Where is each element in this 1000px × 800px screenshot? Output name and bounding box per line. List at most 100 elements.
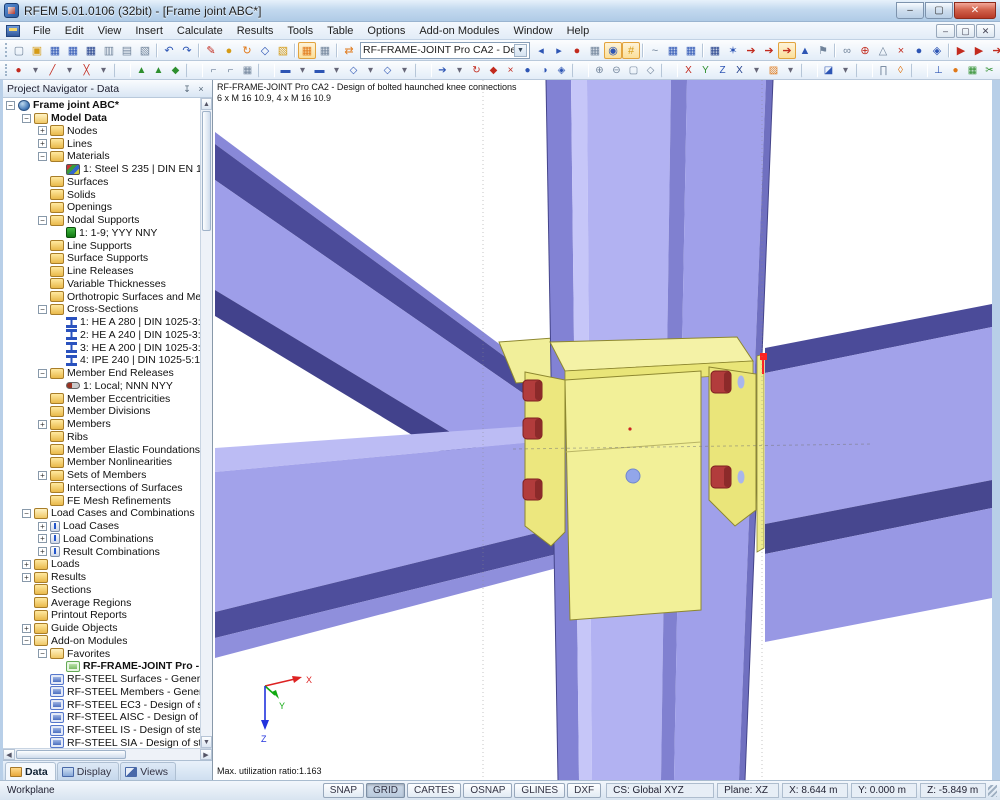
tree-item-members[interactable]: + Members bbox=[3, 418, 200, 431]
tree-expander[interactable]: + bbox=[38, 534, 47, 543]
print-icon[interactable]: ▤ bbox=[118, 42, 136, 59]
regenerate-icon[interactable]: ↻ bbox=[238, 42, 256, 59]
menu-options[interactable]: Options bbox=[360, 23, 412, 39]
tree-expander[interactable]: − bbox=[38, 305, 47, 314]
minimize-button[interactable]: – bbox=[896, 2, 924, 19]
tree-expander[interactable]: − bbox=[22, 114, 31, 123]
close-button[interactable]: ✕ bbox=[954, 2, 996, 19]
toggle-cartes[interactable]: CARTES bbox=[407, 783, 461, 798]
stamp-icon[interactable]: ● bbox=[519, 63, 536, 78]
scroll-up-icon[interactable]: ▲ bbox=[201, 98, 212, 110]
tree-item-average-regions[interactable]: Average Regions bbox=[3, 596, 200, 609]
menu-table[interactable]: Table bbox=[320, 23, 360, 39]
wheel-icon[interactable]: ◑ bbox=[536, 63, 553, 78]
nav-back-icon[interactable]: ◂ bbox=[532, 42, 550, 59]
tree-expander[interactable]: − bbox=[38, 152, 47, 161]
tree-item-member-nonlinearities[interactable]: Member Nonlinearities bbox=[3, 456, 200, 469]
mirror-icon[interactable]: △ bbox=[874, 42, 892, 59]
tree-item-intersections[interactable]: Intersections of Surfaces bbox=[3, 482, 200, 495]
add-icon[interactable]: ⊕ bbox=[856, 42, 874, 59]
open-icon[interactable]: ▣ bbox=[28, 42, 46, 59]
tree-item-guide-objects[interactable]: + Guide Objects bbox=[3, 622, 200, 635]
tree-item-cs-4[interactable]: 4: IPE 240 | DIN 1025-5:1994; bbox=[3, 354, 200, 367]
tree-item-project[interactable]: − Frame joint ABC* bbox=[3, 99, 200, 112]
calc-icon[interactable]: ▲ bbox=[796, 42, 814, 59]
module-case-combobox[interactable]: RF-FRAME-JOINT Pro CA2 - Design of b ▼ bbox=[360, 42, 530, 59]
zoom-window-icon[interactable]: ▢ bbox=[625, 63, 642, 78]
close-icon[interactable]: × bbox=[194, 82, 208, 95]
tree-expander[interactable]: − bbox=[22, 509, 31, 518]
insert-surface-icon[interactable]: ◆ bbox=[167, 63, 184, 78]
tree-expander[interactable]: + bbox=[22, 573, 31, 582]
tab-views[interactable]: Views bbox=[120, 762, 176, 780]
tree-item-load-cases[interactable]: + Load Cases bbox=[3, 520, 200, 533]
tree-item-fe-mesh-refinements[interactable]: FE Mesh Refinements bbox=[3, 494, 200, 507]
toggle-grid[interactable]: GRID bbox=[366, 783, 405, 798]
tree-expander[interactable]: − bbox=[38, 216, 47, 225]
tree-item-cs-3[interactable]: 3: HE A 200 | DIN 1025-3:199 bbox=[3, 341, 200, 354]
guide-lines-icon[interactable]: ∏ bbox=[875, 63, 892, 78]
tree-expander[interactable]: − bbox=[38, 369, 47, 378]
toggle-dxf[interactable]: DXF bbox=[567, 783, 601, 798]
new-file-icon[interactable]: ▢ bbox=[10, 42, 28, 59]
link-icon[interactable]: ∞ bbox=[838, 42, 856, 59]
section-icon[interactable]: ✂ bbox=[981, 63, 998, 78]
toggle-glines[interactable]: GLINES bbox=[514, 783, 565, 798]
tree-item-results[interactable]: + Results bbox=[3, 571, 200, 584]
flag-icon[interactable]: ⚑ bbox=[814, 42, 832, 59]
rotate-icon[interactable]: ↻ bbox=[468, 63, 485, 78]
generate-icon[interactable]: ✶ bbox=[724, 42, 742, 59]
move-icon[interactable]: ➔ bbox=[434, 63, 451, 78]
menu-insert[interactable]: Insert bbox=[128, 23, 170, 39]
mdi-restore-button[interactable]: ▢ bbox=[956, 24, 975, 38]
tab-display[interactable]: Display bbox=[57, 762, 119, 780]
tree-item-model-data[interactable]: − Model Data bbox=[3, 112, 200, 125]
options-icon[interactable]: ◈ bbox=[928, 42, 946, 59]
tree-item-line-supports[interactable]: Line Supports bbox=[3, 239, 200, 252]
tree-item-line-releases[interactable]: Line Releases bbox=[3, 265, 200, 278]
menu-view[interactable]: View bbox=[91, 23, 129, 39]
export-icon[interactable]: ▥ bbox=[100, 42, 118, 59]
tree-expander[interactable]: + bbox=[22, 560, 31, 569]
model-viewport[interactable]: RF-FRAME-JOINT Pro CA2 - Design of bolte… bbox=[213, 80, 992, 780]
visibility-icon[interactable]: ◇ bbox=[345, 63, 362, 78]
insert-line-x-icon[interactable]: ╳ bbox=[78, 63, 95, 78]
print-preview-icon[interactable]: ▧ bbox=[136, 42, 154, 59]
frame-icon[interactable]: ▦ bbox=[239, 63, 256, 78]
tree-item-rf-frame-joint[interactable]: RF-FRAME-JOINT Pro - Des bbox=[3, 660, 200, 673]
tree-item-addon-modules[interactable]: − Add-on Modules bbox=[3, 635, 200, 648]
tree-item-mer-1[interactable]: 1: Local; NNN NYY bbox=[3, 380, 200, 393]
result-grid-icon[interactable]: ▦ bbox=[682, 42, 700, 59]
tree-item-solids[interactable]: Solids bbox=[3, 188, 200, 201]
scroll-thumb[interactable] bbox=[16, 750, 126, 759]
scroll-down-icon[interactable]: ▼ bbox=[201, 736, 212, 748]
load-case-1-icon[interactable]: ➔ bbox=[742, 42, 760, 59]
tree-item-rf-steel-is[interactable]: RF-STEEL IS - Design of steel me bbox=[3, 724, 200, 737]
tree-item-sets-of-members[interactable]: + Sets of Members bbox=[3, 469, 200, 482]
menu-addon-modules[interactable]: Add-on Modules bbox=[412, 23, 506, 39]
show-loads-icon[interactable]: ● bbox=[568, 42, 586, 59]
zoom-out-icon[interactable]: ⊖ bbox=[608, 63, 625, 78]
new-window-icon[interactable]: ▧ bbox=[274, 42, 292, 59]
joint-3d-scene[interactable]: X Y Z bbox=[213, 80, 992, 780]
solid-view-icon[interactable]: ◇ bbox=[379, 63, 396, 78]
pin-icon[interactable]: ↧ bbox=[180, 82, 194, 95]
tree-item-nodal-support-1[interactable]: 1: 1-9; YYY NNY bbox=[3, 227, 200, 240]
tree-item-rf-steel-sia[interactable]: RF-STEEL SIA - Design of steel n bbox=[3, 737, 200, 749]
menu-help[interactable]: Help bbox=[560, 23, 597, 39]
module-run-1-icon[interactable]: ▶ bbox=[952, 42, 970, 59]
show-tables-icon[interactable]: ▦ bbox=[298, 42, 316, 59]
edit-icon[interactable]: ✎ bbox=[202, 42, 220, 59]
insert-members-icon[interactable]: ▲ bbox=[150, 63, 167, 78]
menu-window[interactable]: Window bbox=[506, 23, 559, 39]
tree-item-member-eccentricities[interactable]: Member Eccentricities bbox=[3, 392, 200, 405]
nav-forward-icon[interactable]: ▸ bbox=[550, 42, 568, 59]
deformation-icon[interactable]: ~ bbox=[646, 42, 664, 59]
insert-line-icon[interactable]: ╱ bbox=[44, 63, 61, 78]
workplane-plane-status[interactable]: Plane: XZ bbox=[717, 783, 779, 798]
navigator-vertical-scrollbar[interactable]: ▲ ▼ bbox=[200, 98, 212, 748]
mesh-view-icon[interactable]: ▦ bbox=[964, 63, 981, 78]
toggle-snap[interactable]: SNAP bbox=[323, 783, 364, 798]
tree-item-surface-supports[interactable]: Surface Supports bbox=[3, 252, 200, 265]
tree-item-load-combinations[interactable]: + Load Combinations bbox=[3, 533, 200, 546]
